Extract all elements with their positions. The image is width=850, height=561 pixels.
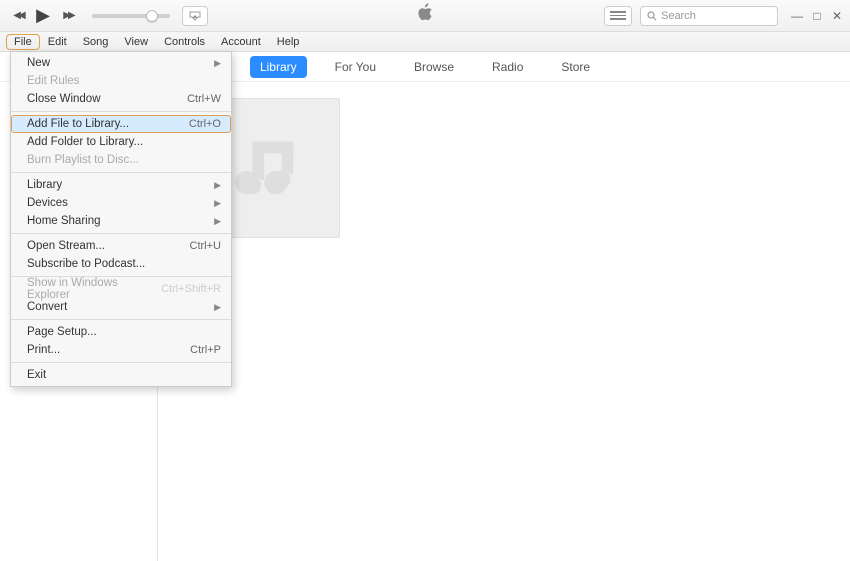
menu-item-convert[interactable]: Convert▶ (11, 298, 231, 316)
music-note-icon (235, 133, 305, 203)
close-button[interactable]: ✕ (830, 9, 844, 23)
menu-file[interactable]: File (6, 34, 40, 50)
menu-view[interactable]: View (116, 34, 156, 50)
chevron-right-icon: ▶ (214, 180, 221, 191)
search-placeholder: Search (661, 10, 696, 22)
menu-separator (11, 172, 231, 173)
airplay-button[interactable] (182, 6, 208, 26)
previous-button[interactable]: ◀◀ (8, 6, 28, 26)
menu-separator (11, 362, 231, 363)
menu-item-subscribe-podcast[interactable]: Subscribe to Podcast... (11, 255, 231, 273)
search-input[interactable]: Search (640, 6, 778, 26)
toolbar-right: Search — □ ✕ (604, 6, 844, 26)
chevron-right-icon: ▶ (214, 302, 221, 313)
menu-item-show-explorer: Show in Windows ExplorerCtrl+Shift+R (11, 280, 231, 298)
volume-slider[interactable] (92, 14, 170, 18)
playback-controls: ◀◀ ▶ ▶▶ (8, 6, 78, 26)
menu-item-library[interactable]: Library▶ (11, 176, 231, 194)
chevron-right-icon: ▶ (214, 216, 221, 227)
menu-help[interactable]: Help (269, 34, 308, 50)
menu-separator (11, 319, 231, 320)
menu-bar: File Edit Song View Controls Account Hel… (0, 32, 850, 52)
menu-item-print[interactable]: Print...Ctrl+P (11, 341, 231, 359)
menu-item-burn: Burn Playlist to Disc... (11, 151, 231, 169)
menu-edit[interactable]: Edit (40, 34, 75, 50)
play-button[interactable]: ▶ (33, 6, 53, 26)
maximize-button[interactable]: □ (810, 9, 824, 23)
tab-for-you[interactable]: For You (325, 56, 386, 78)
tab-store[interactable]: Store (551, 56, 600, 78)
next-button[interactable]: ▶▶ (58, 6, 78, 26)
menu-item-exit[interactable]: Exit (11, 366, 231, 384)
file-dropdown-menu: New▶ Edit Rules Close WindowCtrl+W Add F… (10, 51, 232, 387)
menu-controls[interactable]: Controls (156, 34, 213, 50)
main-panel (158, 82, 850, 561)
menu-item-close-window[interactable]: Close WindowCtrl+W (11, 90, 231, 108)
menu-item-home-sharing[interactable]: Home Sharing▶ (11, 212, 231, 230)
menu-item-page-setup[interactable]: Page Setup... (11, 323, 231, 341)
menu-account[interactable]: Account (213, 34, 269, 50)
menu-item-devices[interactable]: Devices▶ (11, 194, 231, 212)
tab-radio[interactable]: Radio (482, 56, 533, 78)
menu-item-add-file[interactable]: Add File to Library...Ctrl+O (11, 115, 231, 133)
menu-separator (11, 111, 231, 112)
window-controls: — □ ✕ (790, 9, 844, 23)
menu-item-open-stream[interactable]: Open Stream...Ctrl+U (11, 237, 231, 255)
menu-separator (11, 233, 231, 234)
chevron-right-icon: ▶ (214, 58, 221, 69)
list-view-button[interactable] (604, 6, 632, 26)
apple-logo (416, 3, 434, 28)
menu-item-edit-rules: Edit Rules (11, 72, 231, 90)
volume-thumb[interactable] (146, 10, 158, 22)
tab-library[interactable]: Library (250, 56, 307, 78)
chevron-right-icon: ▶ (214, 198, 221, 209)
search-icon (647, 11, 657, 21)
menu-item-new[interactable]: New▶ (11, 54, 231, 72)
player-toolbar: ◀◀ ▶ ▶▶ Search — □ ✕ (0, 0, 850, 32)
minimize-button[interactable]: — (790, 9, 804, 23)
menu-song[interactable]: Song (75, 34, 117, 50)
tab-browse[interactable]: Browse (404, 56, 464, 78)
menu-item-add-folder[interactable]: Add Folder to Library... (11, 133, 231, 151)
